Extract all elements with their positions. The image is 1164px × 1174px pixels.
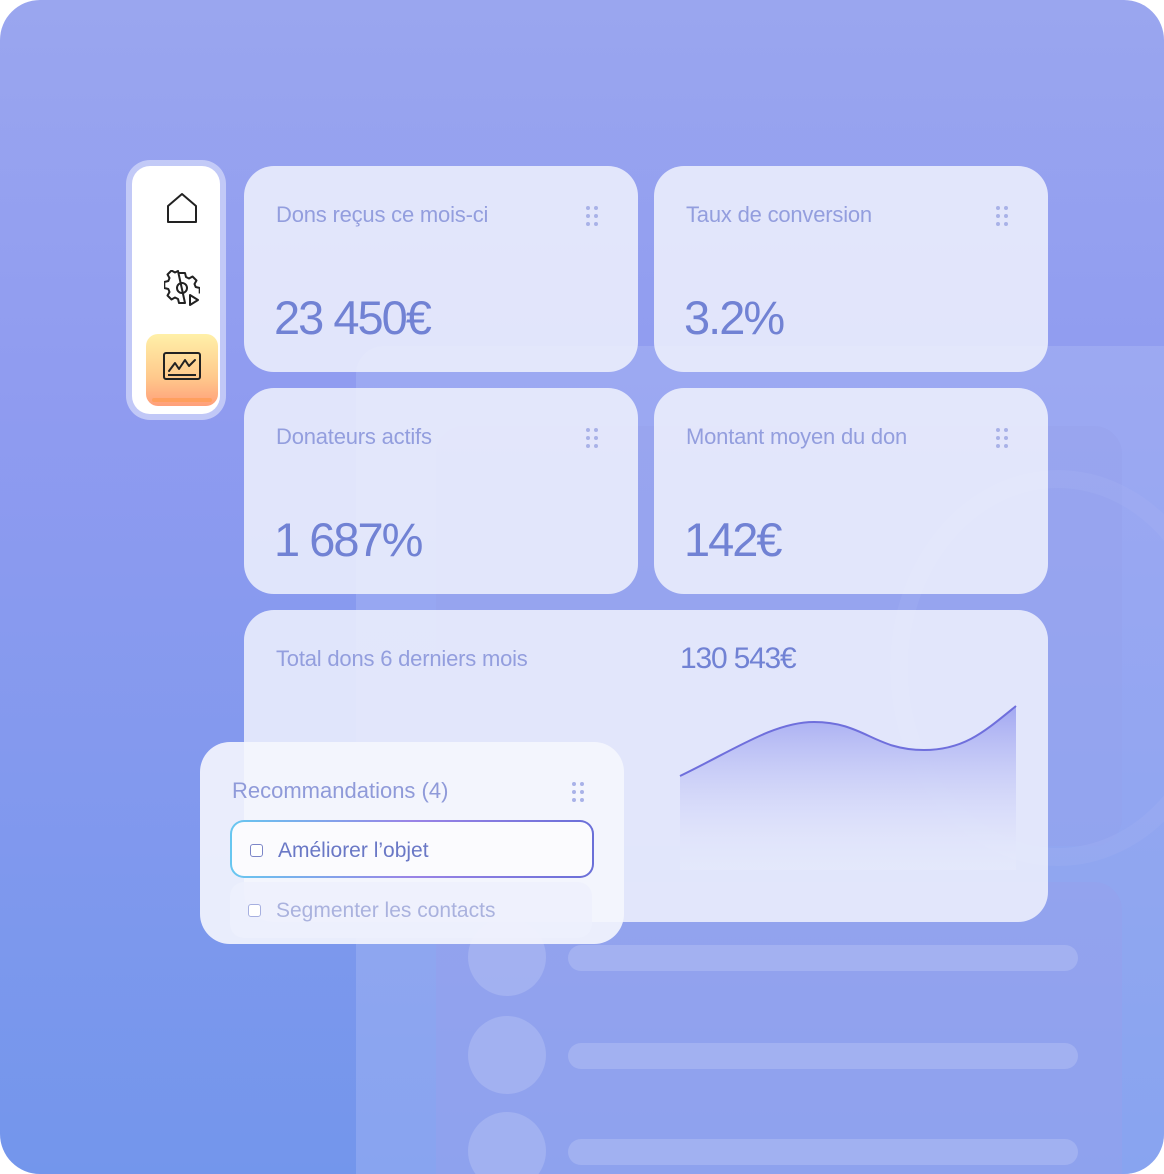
drag-handle-icon[interactable]	[586, 206, 600, 226]
card-title: Donateurs actifs	[276, 424, 432, 449]
drag-handle-icon[interactable]	[996, 206, 1010, 226]
drag-handle-icon[interactable]	[586, 428, 600, 448]
app-frame: Dons reçus ce mois-ci 23 450€ Taux de co…	[0, 0, 1164, 1174]
card-value: 1 687%	[274, 513, 423, 566]
checkbox[interactable]	[248, 904, 261, 917]
recommendation-label: Segmenter les contacts	[276, 899, 496, 922]
card-value: 23 450€	[274, 291, 432, 344]
checkbox[interactable]	[250, 844, 263, 857]
metric-card-active-donors: Donateurs actifs 1 687%	[244, 388, 638, 594]
metric-card-average-donation: Montant moyen du don 142€	[654, 388, 1048, 594]
card-title: Dons reçus ce mois-ci	[276, 202, 489, 227]
home-icon	[167, 193, 197, 223]
recommendations-title: Recommandations (4)	[232, 778, 449, 803]
settings-play-icon	[164, 270, 200, 306]
recommendation-item[interactable]: Segmenter les contacts	[230, 882, 592, 938]
sidebar	[126, 160, 226, 420]
sidebar-item-home[interactable]	[146, 172, 218, 244]
chart-area	[680, 706, 1016, 870]
sidebar-item-settings[interactable]	[146, 252, 218, 324]
sidebar-item-analytics[interactable]	[146, 334, 218, 406]
card-value: 142€	[684, 513, 783, 566]
sidebar-panel	[132, 166, 220, 414]
total-value: 130 543€	[680, 642, 797, 675]
drag-handle-icon[interactable]	[572, 782, 586, 802]
card-title: Montant moyen du don	[686, 424, 908, 449]
chart-icon	[163, 352, 201, 380]
card-value: 3.2%	[684, 291, 785, 344]
recommendation-label: Améliorer l’objet	[278, 839, 429, 862]
recommendations-card: Recommandations (4) Améliorer l’objet Se…	[200, 742, 624, 944]
recommendation-item[interactable]: Améliorer l’objet	[230, 820, 594, 878]
drag-handle-icon[interactable]	[996, 428, 1010, 448]
metric-card-donations: Dons reçus ce mois-ci 23 450€	[244, 166, 638, 372]
background-list-row	[468, 1016, 1078, 1096]
background-list-row	[468, 1112, 1078, 1174]
area-chart	[679, 705, 1017, 870]
metric-card-conversion: Taux de conversion 3.2%	[654, 166, 1048, 372]
card-title: Total dons 6 derniers mois	[276, 646, 528, 671]
card-title: Taux de conversion	[686, 202, 872, 227]
